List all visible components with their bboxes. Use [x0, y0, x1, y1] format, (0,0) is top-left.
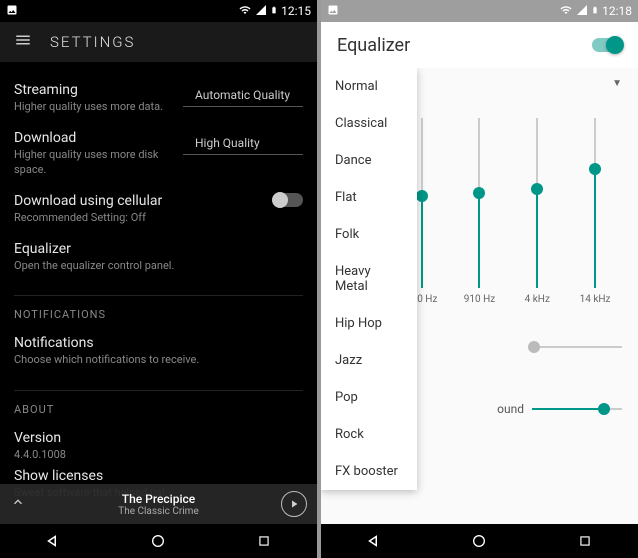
app-title: SETTINGS — [50, 33, 135, 51]
battery-icon — [270, 4, 278, 19]
preset-item[interactable]: Dance — [321, 142, 417, 179]
hamburger-icon[interactable] — [14, 31, 32, 53]
preset-item[interactable]: Normal — [321, 68, 417, 105]
wifi-icon — [559, 4, 573, 19]
setting-notifications[interactable]: Notifications Choose which notifications… — [14, 327, 303, 375]
setting-title: Streaming — [14, 82, 183, 98]
setting-cellular[interactable]: Download using cellular Recommended Sett… — [14, 185, 303, 233]
virtualizer-slider[interactable] — [532, 346, 622, 348]
setting-equalizer[interactable]: Equalizer Open the equalizer control pan… — [14, 233, 303, 281]
dropdown-caret-icon[interactable]: ▼ — [612, 78, 622, 89]
setting-title: Version — [14, 430, 303, 446]
setting-subtitle: Recommended Setting: Off — [14, 211, 273, 225]
preset-item[interactable]: Classical — [321, 105, 417, 142]
nav-bar — [0, 524, 317, 558]
status-time: 12:18 — [602, 4, 632, 18]
track-title: The Precipice — [36, 492, 281, 506]
preset-item[interactable]: Flat — [321, 179, 417, 216]
back-button[interactable] — [43, 531, 63, 551]
setting-subtitle: 4.4.0.1008 — [14, 448, 303, 462]
preset-item[interactable]: FX booster — [321, 453, 417, 490]
wifi-icon — [238, 4, 252, 19]
setting-download[interactable]: Download Higher quality uses more disk s… — [14, 122, 303, 185]
eq-band[interactable]: 910 Hz — [458, 118, 500, 328]
app-bar: SETTINGS — [0, 22, 317, 62]
setting-title: Notifications — [14, 335, 303, 351]
settings-content: Streaming Higher quality uses more data.… — [0, 62, 317, 524]
section-header-about: ABOUT — [14, 390, 303, 416]
settings-screen: 12:15 SETTINGS Streaming Higher quality … — [0, 0, 317, 558]
setting-version: Version 4.4.0.1008 — [14, 422, 303, 464]
preset-item[interactable]: Jazz — [321, 342, 417, 379]
signal-icon — [576, 4, 588, 19]
picture-icon — [327, 4, 339, 19]
setting-subtitle: Choose which notifications to receive. — [14, 353, 303, 367]
setting-title: Download using cellular — [14, 193, 273, 209]
nav-bar — [321, 524, 638, 558]
equalizer-toggle[interactable] — [592, 38, 622, 52]
now-playing-text: The Precipice The Classic Crime — [36, 492, 281, 517]
bass-boost-row[interactable]: ound — [497, 402, 622, 416]
setting-subtitle: Open the equalizer control panel. — [14, 259, 303, 273]
equalizer-screen: 12:18 Equalizer ▼ 60 Hz230 Hz910 Hz4 kHz… — [321, 0, 638, 558]
home-button[interactable] — [469, 531, 489, 551]
setting-value[interactable]: Automatic Quality — [183, 82, 303, 107]
freq-label: 14 kHz — [580, 294, 611, 305]
status-bar: 12:18 — [321, 0, 638, 22]
freq-label: 910 Hz — [464, 294, 495, 305]
preset-dropdown: NormalClassicalDanceFlatFolkHeavy MetalH… — [321, 68, 417, 490]
picture-icon — [6, 4, 18, 19]
battery-icon — [591, 4, 599, 19]
status-bar: 12:15 — [0, 0, 317, 22]
recent-button[interactable] — [575, 531, 595, 551]
chevron-up-icon[interactable] — [10, 494, 26, 514]
switch-off[interactable] — [273, 193, 303, 207]
section-header-notifications: NOTIFICATIONS — [14, 295, 303, 321]
signal-icon — [255, 4, 267, 19]
eq-band[interactable]: 4 kHz — [516, 118, 558, 328]
preset-item[interactable]: Heavy Metal — [321, 253, 417, 305]
equalizer-app-bar: Equalizer — [321, 22, 638, 68]
eq-band[interactable]: 14 kHz — [574, 118, 616, 328]
app-title: Equalizer — [337, 35, 410, 56]
preset-item[interactable]: Hip Hop — [321, 305, 417, 342]
setting-title: Equalizer — [14, 241, 303, 257]
freq-label: 4 kHz — [525, 294, 550, 305]
now-playing-bar[interactable]: The Precipice The Classic Crime — [0, 484, 317, 524]
preset-item[interactable]: Rock — [321, 416, 417, 453]
play-button[interactable] — [281, 491, 307, 517]
setting-subtitle: Higher quality uses more data. — [14, 100, 183, 114]
home-button[interactable] — [148, 531, 168, 551]
back-button[interactable] — [364, 531, 384, 551]
equalizer-content: ▼ 60 Hz230 Hz910 Hz4 kHz14 kHz ound Norm… — [321, 68, 638, 524]
status-time: 12:15 — [281, 4, 311, 18]
setting-title: Download — [14, 130, 183, 146]
preset-item[interactable]: Pop — [321, 379, 417, 416]
recent-button[interactable] — [254, 531, 274, 551]
setting-subtitle: Higher quality uses more disk space. — [14, 148, 183, 177]
setting-streaming[interactable]: Streaming Higher quality uses more data.… — [14, 74, 303, 122]
setting-title: Show licenses — [14, 468, 303, 484]
bass-label: ound — [497, 402, 524, 416]
preset-item[interactable]: Folk — [321, 216, 417, 253]
track-artist: The Classic Crime — [36, 506, 281, 517]
setting-value[interactable]: High Quality — [183, 130, 303, 155]
